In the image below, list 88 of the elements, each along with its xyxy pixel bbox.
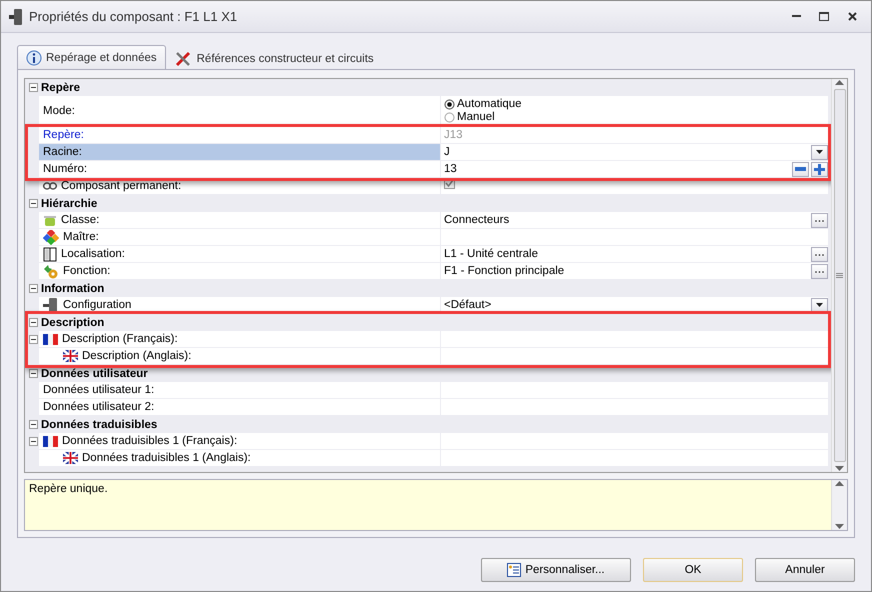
- property-label: Localisation:: [61, 248, 125, 260]
- window-title: Propriétés du composant : F1 L1 X1: [29, 9, 238, 24]
- radio-label: Automatique: [457, 98, 522, 111]
- section-header: Données traduisibles: [40, 418, 158, 432]
- collapse-toggle[interactable]: [29, 335, 38, 344]
- section-header: Description: [40, 316, 104, 330]
- form-icon: [507, 563, 522, 577]
- property-label: Repère:: [43, 129, 84, 141]
- property-label: Maître:: [63, 231, 99, 243]
- property-label: Racine:: [43, 146, 82, 158]
- connector-icon: [43, 298, 59, 312]
- scroll-down-icon[interactable]: [835, 524, 844, 530]
- minus-icon: [30, 421, 37, 428]
- minus-icon: [30, 200, 37, 207]
- value-text: L1 - Unité centrale: [444, 248, 539, 260]
- dialog-button[interactable]: Annuler: [755, 558, 855, 582]
- ellipsis-icon: [815, 218, 824, 222]
- collapse-toggle[interactable]: [29, 83, 38, 92]
- property-label: Données utilisateur 2:: [43, 401, 154, 413]
- caret-icon: [816, 303, 823, 307]
- scroll-thumb[interactable]: [834, 89, 846, 462]
- collapse-toggle[interactable]: [29, 437, 38, 446]
- collapse-toggle[interactable]: [29, 199, 38, 208]
- minimize-icon: [792, 15, 800, 18]
- info-icon: [26, 50, 42, 66]
- minus-icon: [30, 285, 37, 292]
- browse-button[interactable]: [811, 246, 828, 262]
- tab[interactable]: Références constructeur et circuits: [166, 48, 383, 69]
- property-label: Mode:: [43, 105, 75, 117]
- radio-label: Manuel: [457, 111, 495, 124]
- caret-icon: [816, 150, 823, 154]
- minus-icon: [30, 319, 37, 326]
- value-text: <Défaut>: [444, 299, 492, 311]
- minus-button[interactable]: [792, 162, 809, 176]
- collapse-toggle[interactable]: [29, 420, 38, 429]
- value-text: J: [444, 146, 451, 158]
- minus-icon: [30, 336, 37, 343]
- ellipsis-icon: [815, 270, 824, 272]
- property-label: Composant permanent:: [61, 180, 182, 192]
- dialog-button[interactable]: OK: [643, 558, 743, 582]
- property-label: Classe:: [61, 214, 100, 226]
- scroll-up-icon[interactable]: [835, 480, 844, 486]
- close-icon: [848, 12, 856, 21]
- dropdown-button[interactable]: [811, 298, 828, 312]
- minus-icon: [30, 438, 37, 445]
- radio-button[interactable]: [444, 112, 455, 123]
- minus-icon: [795, 166, 806, 172]
- property-label: Configuration: [63, 299, 132, 311]
- property-label: Numéro:: [43, 163, 88, 175]
- browse-button[interactable]: [811, 264, 828, 278]
- tools-icon: [174, 51, 193, 67]
- property-label: Description (Anglais):: [82, 350, 192, 362]
- value-text: 13: [444, 163, 458, 175]
- section-header: Repère: [40, 80, 80, 96]
- property-label: Données traduisibles 1 (Français):: [62, 435, 238, 447]
- scroll-up-icon[interactable]: [835, 79, 844, 85]
- plus-button[interactable]: [811, 162, 828, 176]
- section-header: Données utilisateur: [40, 366, 148, 382]
- value-text: Connecteurs: [444, 214, 510, 226]
- value-text: J13: [444, 129, 464, 141]
- help-text: Repère unique.: [28, 482, 109, 497]
- property-label: Données traduisibles 1 (Anglais):: [82, 452, 251, 464]
- dropdown-button[interactable]: [811, 144, 828, 160]
- value-text: F1 - Fonction principale: [444, 265, 566, 277]
- collapse-toggle[interactable]: [29, 318, 38, 327]
- grip-icon: [836, 273, 843, 278]
- minus-icon: [30, 370, 37, 377]
- scroll-down-icon[interactable]: [835, 466, 844, 472]
- connector-icon: [9, 8, 23, 24]
- plus-icon: [814, 164, 825, 174]
- minus-icon: [30, 84, 37, 91]
- scrollbar[interactable]: [831, 79, 847, 472]
- section-header: Hiérarchie: [40, 196, 98, 212]
- pot-icon: [43, 213, 57, 227]
- tab[interactable]: Repérage et données: [17, 45, 166, 69]
- section-header: Information: [40, 282, 104, 296]
- property-label: Fonction:: [63, 265, 110, 277]
- maximize-icon: [819, 12, 829, 21]
- link-icon: [43, 182, 57, 190]
- collapse-toggle[interactable]: [29, 284, 38, 293]
- ellipsis-icon: [815, 252, 824, 256]
- browse-button[interactable]: [811, 212, 828, 228]
- cubes-icon: [43, 230, 59, 244]
- property-label: Description (Français):: [62, 333, 178, 345]
- dialog-button[interactable]: Personnaliser...: [481, 558, 631, 582]
- collapse-toggle[interactable]: [29, 369, 38, 378]
- property-label: Données utilisateur 1:: [43, 384, 154, 396]
- radio-button[interactable]: [444, 99, 455, 110]
